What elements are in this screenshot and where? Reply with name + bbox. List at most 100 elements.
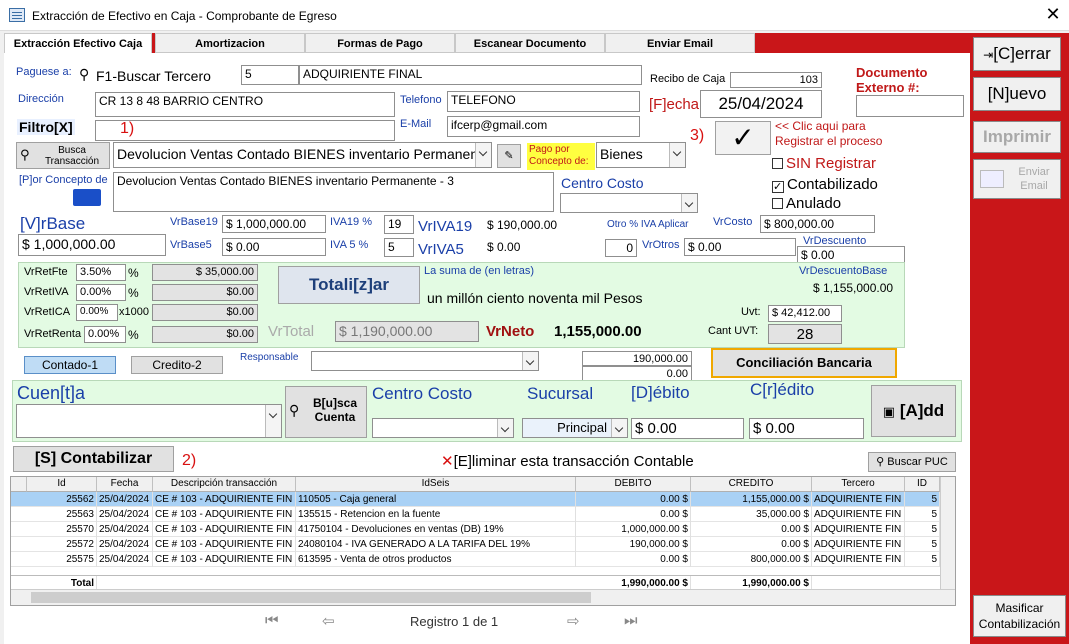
total-credito-field[interactable]: 0.00	[582, 366, 692, 381]
rete-ica-pct-field[interactable]: 0.00%	[76, 304, 118, 321]
add-button[interactable]: ▣ [A]dd	[871, 385, 956, 437]
tab-escanear[interactable]: Escanear Documento	[455, 33, 605, 53]
total-debito-field[interactable]: 190,000.00	[582, 351, 692, 366]
scrollbar-thumb[interactable]	[31, 592, 591, 603]
busca-transaccion-button[interactable]: ⚲ Busca Transacción	[16, 142, 110, 169]
registrar-button[interactable]: ✓	[715, 121, 771, 155]
vrbase5-field[interactable]: $ 0.00	[222, 238, 326, 256]
col-header-descripcion[interactable]: Descripción transacción	[153, 477, 296, 492]
col-header-fecha[interactable]: Fecha	[97, 477, 153, 492]
email-field[interactable]: ifcerp@gmail.com	[447, 116, 640, 137]
first-record-icon[interactable]: ⏮	[265, 612, 279, 629]
direccion-field[interactable]: CR 13 8 48 BARRIO CENTRO	[95, 92, 395, 117]
debito-field[interactable]: $ 0.00	[631, 418, 744, 439]
eliminar-link[interactable]: ✕[E]liminar esta transacción Contable	[441, 452, 694, 470]
rete-iva-pct-field[interactable]: 0.00%	[76, 284, 126, 301]
iva5-field[interactable]: 5	[384, 238, 414, 257]
chevron-down-icon[interactable]	[669, 143, 685, 167]
chevron-down-icon[interactable]	[611, 419, 627, 437]
vrneto-value: 1,155,000.00	[554, 323, 642, 340]
conciliacion-button[interactable]: Conciliación Bancaria	[711, 348, 897, 378]
delete-x-icon: ✕	[441, 453, 454, 470]
buscar-cuenta-button[interactable]: ⚲ B[u]sca Cuenta	[285, 386, 367, 438]
doc-externo-field[interactable]	[856, 95, 964, 117]
recibo-field[interactable]: 103	[730, 72, 822, 88]
credito-field[interactable]: $ 0.00	[749, 418, 864, 439]
table-row[interactable]: 25575 25/04/2024 CE # 103 - ADQUIRIENTE FI…	[11, 552, 940, 567]
col-header-id2[interactable]: ID	[905, 477, 940, 492]
contabilizar-button[interactable]: [S] Contabilizar	[13, 446, 174, 472]
cell-debito: 190,000.00 $	[576, 537, 691, 552]
cell-id: 25575	[27, 552, 97, 567]
pago-concepto-select[interactable]: Bienes	[596, 142, 686, 168]
sin-registrar-checkbox[interactable]: SIN Registrar	[772, 155, 876, 172]
cell-credito: 1,155,000.00 $	[691, 492, 812, 507]
filtro-field[interactable]	[95, 120, 395, 141]
rete-renta-pct-field[interactable]: 0.00%	[84, 326, 126, 343]
cell-idseis: 110505 - Caja general	[296, 492, 576, 507]
credito-button[interactable]: Credito-2	[131, 356, 223, 374]
tab-formas-pago[interactable]: Formas de Pago	[305, 33, 455, 53]
tab-extraccion[interactable]: Extracción Efectivo Caja	[4, 33, 152, 54]
chevron-down-icon[interactable]	[475, 143, 491, 167]
vrcosto-field[interactable]: $ 800,000.00	[760, 215, 875, 233]
grid-row-selector-header	[11, 477, 27, 492]
vertical-scrollbar[interactable]	[940, 477, 955, 589]
vrotros-field[interactable]: $ 0.00	[684, 238, 796, 256]
cerrar-button[interactable]: ⇥[C]errar	[973, 37, 1061, 71]
table-row[interactable]: 25570 25/04/2024 CE # 103 - ADQUIRIENTE FI…	[11, 522, 940, 537]
sucursal-select[interactable]: Principal	[522, 418, 628, 438]
direccion-label: Dirección	[18, 93, 64, 105]
tab-enviar-email[interactable]: Enviar Email	[605, 33, 755, 53]
vrbase19-field[interactable]: $ 1,000,000.00	[222, 215, 326, 233]
col-header-idseis[interactable]: IdSeis	[296, 477, 576, 492]
col-header-tercero[interactable]: Tercero	[812, 477, 905, 492]
last-record-icon[interactable]: ⏭	[624, 612, 638, 629]
tercero-id-field[interactable]: 5	[241, 65, 299, 85]
buscar-puc-button[interactable]: ⚲ Buscar PUC	[868, 452, 956, 472]
tercero-nombre-field[interactable]: ADQUIRIENTE FINAL	[299, 65, 642, 85]
next-record-icon[interactable]: ⇨	[567, 612, 580, 630]
centro-costo-select[interactable]	[560, 193, 698, 213]
chevron-down-icon[interactable]	[265, 405, 281, 437]
responsable-select[interactable]	[311, 351, 539, 371]
transaccion-select[interactable]: Devolucion Ventas Contado BIENES inventa…	[113, 142, 492, 168]
por-concepto-field[interactable]: Devolucion Ventas Contado BIENES inventa…	[113, 172, 554, 212]
table-row[interactable]: 25563 25/04/2024 CE # 103 - ADQUIRIENTE FI…	[11, 507, 940, 522]
contabilizado-checkbox[interactable]: ✓ Contabilizado	[772, 176, 878, 193]
buscar-tercero-link[interactable]: F1-Buscar Tercero	[96, 68, 211, 84]
horizontal-scrollbar[interactable]	[11, 589, 955, 605]
uvt-field[interactable]: $ 42,412.00	[768, 305, 842, 322]
wizard-button[interactable]: ✎	[497, 144, 521, 168]
nuevo-button[interactable]: [N]uevo	[973, 77, 1061, 111]
col-header-id[interactable]: Id	[27, 477, 97, 492]
telefono-field[interactable]: TELEFONO	[447, 91, 640, 112]
rete-fte-label: VrRetFte	[24, 266, 68, 278]
close-window-button[interactable]: ✕	[1042, 4, 1064, 25]
imprimir-button[interactable]: Imprimir	[973, 121, 1061, 153]
previous-record-icon[interactable]: ⇦	[322, 612, 335, 630]
tab-amortizacion[interactable]: Amortizacion	[155, 33, 305, 53]
cell-credito: 35,000.00 $	[691, 507, 812, 522]
masificar-button[interactable]: Masificar Contabilización	[973, 595, 1066, 637]
rete-fte-pct-field[interactable]: 3.50%	[76, 264, 126, 281]
col-header-credito[interactable]: CREDITO	[691, 477, 812, 492]
otro-iva-field[interactable]: 0	[605, 239, 637, 257]
vrdescuento-field[interactable]: $ 0.00	[797, 246, 905, 263]
chevron-down-icon[interactable]	[522, 352, 538, 370]
contado-button[interactable]: Contado-1	[24, 356, 116, 374]
fecha-field[interactable]: 25/04/2024	[700, 90, 822, 118]
chevron-down-icon[interactable]	[497, 419, 513, 437]
table-row[interactable]: 25562 25/04/2024 CE # 103 - ADQUIRIENTE FI…	[11, 492, 940, 507]
col-header-debito[interactable]: DEBITO	[576, 477, 691, 492]
iva19-field[interactable]: 19	[384, 215, 414, 234]
cuenta-select[interactable]	[16, 404, 282, 438]
chevron-down-icon[interactable]	[681, 194, 697, 212]
vrbase-field[interactable]: $ 1,000,000.00	[18, 234, 166, 256]
cell-idseis: 41750104 - Devoluciones en ventas (DB) 1…	[296, 522, 576, 537]
totalizar-button[interactable]: Totali[z]ar	[278, 266, 420, 304]
centro-costo-cuenta-select[interactable]	[372, 418, 514, 438]
table-row[interactable]: 25572 25/04/2024 CE # 103 - ADQUIRIENTE FI…	[11, 537, 940, 552]
anulado-checkbox[interactable]: Anulado	[772, 195, 841, 212]
enviar-email-button[interactable]: Enviar Email	[973, 159, 1061, 199]
